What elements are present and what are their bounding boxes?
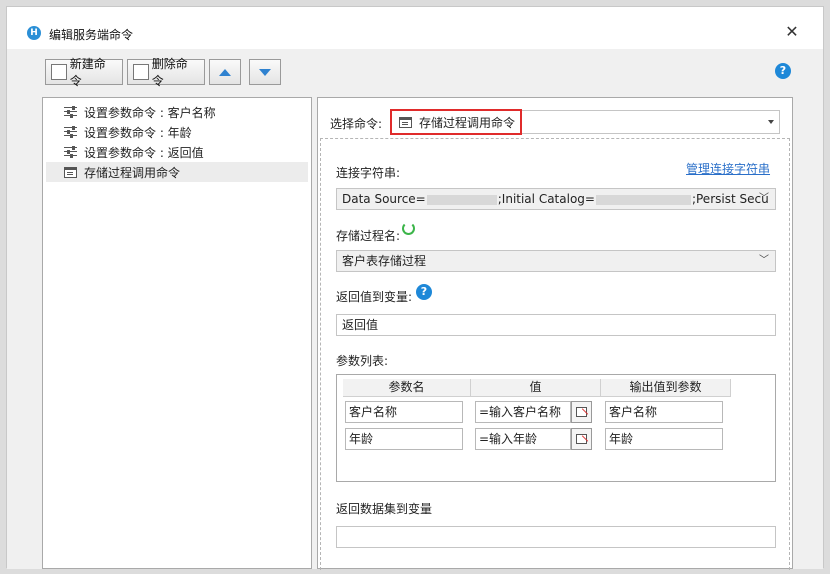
new-command-label: 新建命令 <box>69 57 106 88</box>
selected-command-highlight: 存储过程调用命令 <box>390 109 522 135</box>
tree-item-set-param-return-value[interactable]: 设置参数命令 : 返回值 <box>46 142 308 162</box>
tree-item-label: 设置参数命令 : 年龄 <box>84 125 192 140</box>
command-icon <box>64 166 77 178</box>
new-command-button[interactable]: 新建命令 <box>45 57 123 88</box>
tree-item-stored-procedure-call[interactable]: 存储过程调用命令 <box>46 162 308 182</box>
return-dataset-input[interactable] <box>336 526 776 548</box>
arrow-down-icon <box>259 68 271 76</box>
return-value-input[interactable]: 返回值 <box>336 314 776 336</box>
column-header: 值 <box>471 379 601 397</box>
move-up-button[interactable] <box>209 59 241 85</box>
stored-procedure-label: 存储过程名: <box>336 229 401 243</box>
chevron-down-icon <box>768 120 774 124</box>
sliders-icon <box>64 146 77 158</box>
param-value-cell[interactable]: =输入年龄 <box>475 428 571 450</box>
select-command-dropdown[interactable]: 存储过程调用命令 <box>390 109 780 135</box>
command-icon <box>399 116 412 128</box>
param-value-cell[interactable]: =输入客户名称 <box>475 401 571 423</box>
connection-string-part: Data Source= <box>342 192 426 206</box>
manage-connection-strings-link[interactable]: 管理连接字符串 <box>686 160 770 177</box>
move-down-button[interactable] <box>249 59 281 85</box>
chevron-down-icon: ﹀ <box>759 255 769 266</box>
delete-command-icon <box>133 64 149 80</box>
delete-command-label: 删除命令 <box>151 57 188 88</box>
stored-procedure-dropdown[interactable]: 客户表存储过程 ﹀ <box>336 250 776 272</box>
toolbar: 新建命令 删除命令 <box>7 49 823 93</box>
content-area: 设置参数命令 : 客户名称 设置参数命令 : 年龄 设置参数命令 : 返回值 存… <box>7 93 823 570</box>
command-tree: 设置参数命令 : 客户名称 设置参数命令 : 年龄 设置参数命令 : 返回值 存… <box>42 97 312 569</box>
sliders-icon <box>64 106 77 118</box>
connection-string-field[interactable]: Data Source= ;Initial Catalog= ;Persist Se… <box>336 188 776 210</box>
command-editor: 选择命令: 存储过程调用命令 连接字符串: 管理连接字符串 Data Sourc… <box>317 97 793 570</box>
refresh-icon[interactable] <box>402 222 415 235</box>
tree-item-label: 存储过程调用命令 <box>84 165 181 180</box>
connection-string-part: ;Persist Secu <box>691 192 769 206</box>
sliders-icon <box>64 126 77 138</box>
stored-procedure-value: 客户表存储过程 <box>342 254 427 268</box>
column-header: 参数名 <box>343 379 471 397</box>
param-output-cell[interactable]: 年龄 <box>605 428 723 450</box>
help-icon[interactable]: ? <box>416 284 432 300</box>
connection-string-label: 连接字符串: <box>336 166 401 180</box>
close-button[interactable]: ✕ <box>783 23 801 41</box>
column-header: 输出值到参数 <box>601 379 731 397</box>
return-to-variable-label: 返回值到变量: <box>336 290 413 304</box>
delete-command-button[interactable]: 删除命令 <box>127 57 205 88</box>
param-output-cell[interactable]: 客户名称 <box>605 401 723 423</box>
redacted-block <box>595 194 691 205</box>
select-command-label: 选择命令: <box>330 117 383 131</box>
formula-picker-button[interactable] <box>571 401 592 423</box>
return-dataset-label: 返回数据集到变量 <box>336 502 433 516</box>
chevron-down-icon: ﹀ <box>759 193 769 204</box>
dialog-title: 编辑服务端命令 <box>49 28 134 42</box>
connection-string-part: ;Initial Catalog= <box>497 192 595 206</box>
selected-command-value: 存储过程调用命令 <box>419 115 516 130</box>
new-command-icon <box>51 64 67 80</box>
arrow-up-icon <box>219 68 231 76</box>
formula-picker-button[interactable] <box>571 428 592 450</box>
parameter-list-label: 参数列表: <box>336 354 389 368</box>
edit-server-command-dialog: H 编辑服务端命令 ✕ 新建命令 删除命令 ? 设置参数命令 : 客户名称 设置… <box>6 6 824 570</box>
param-name-cell[interactable]: 客户名称 <box>345 401 463 423</box>
tree-item-label: 设置参数命令 : 客户名称 <box>84 105 216 120</box>
param-name-cell[interactable]: 年龄 <box>345 428 463 450</box>
redacted-block <box>426 194 497 205</box>
tree-item-set-param-age[interactable]: 设置参数命令 : 年龄 <box>46 122 308 142</box>
tree-item-label: 设置参数命令 : 返回值 <box>84 145 204 160</box>
app-logo-icon: H <box>27 26 41 40</box>
parameter-table: 参数名 值 输出值到参数 客户名称 =输入客户名称 客户名称 年龄 =输入年龄 … <box>336 374 776 482</box>
tree-item-set-param-customer-name[interactable]: 设置参数命令 : 客户名称 <box>46 102 308 122</box>
help-icon[interactable]: ? <box>775 63 791 79</box>
title-bar: H 编辑服务端命令 ✕ <box>7 7 823 49</box>
